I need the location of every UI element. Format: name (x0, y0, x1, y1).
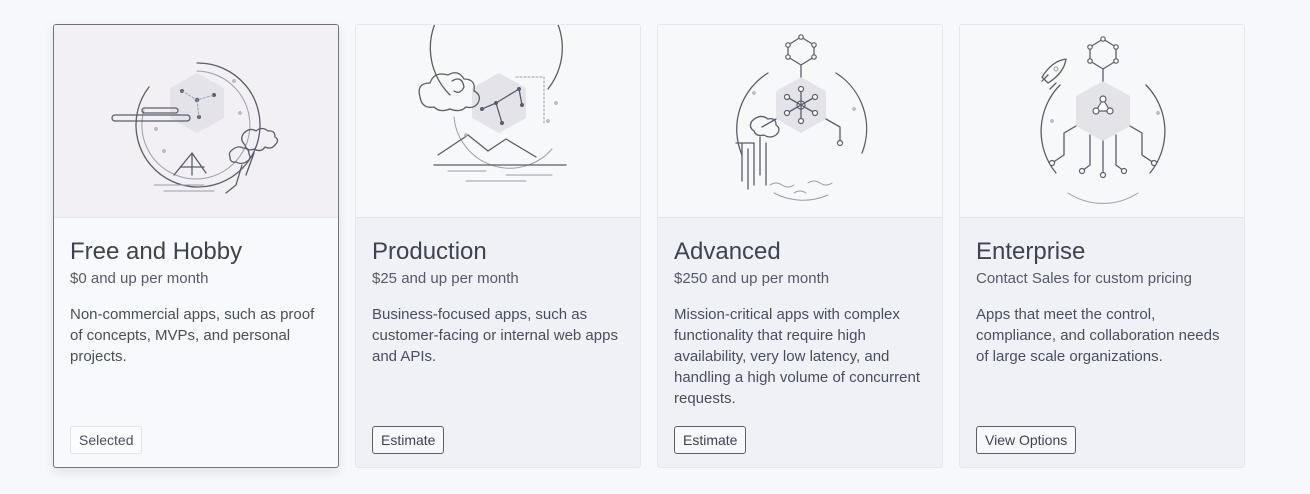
plan-title: Advanced (674, 238, 781, 265)
plan-illustration (960, 25, 1244, 218)
plan-title: Enterprise (976, 238, 1086, 265)
view-options-button[interactable]: View Options (976, 426, 1077, 454)
plan-description: Business-focused apps, such as customer-… (372, 306, 618, 365)
plan-card-production[interactable]: Production $25 and up per month Business… (355, 24, 641, 468)
selected-button[interactable]: Selected (70, 426, 143, 454)
mountains-constellation-icon (418, 25, 567, 182)
plan-card-advanced[interactable]: Advanced $250 and up per month Mission-c… (657, 24, 943, 468)
plan-price: Contact Sales for custom pricing (976, 270, 1192, 287)
plan-price: $250 and up per month (674, 270, 830, 287)
estimate-button[interactable]: Estimate (674, 426, 747, 454)
plan-price: $25 and up per month (372, 270, 519, 287)
plan-illustration (356, 25, 640, 218)
plan-description: Apps that meet the control, compliance, … (976, 306, 1220, 365)
estimate-button[interactable]: Estimate (372, 426, 445, 454)
plan-card-free-and-hobby[interactable]: Free and Hobby $0 and up per month Non-c… (53, 24, 339, 468)
plan-illustration (54, 25, 338, 218)
plan-card-enterprise[interactable]: Enterprise Contact Sales for custom pric… (959, 24, 1245, 468)
campsite-constellation-icon (111, 62, 279, 194)
plan-price: $0 and up per month (70, 270, 209, 287)
plan-illustration (658, 25, 942, 218)
waterfall-network-icon (735, 34, 868, 201)
plan-description: Mission-critical apps with complex funct… (674, 306, 920, 407)
plan-title: Production (372, 238, 487, 265)
plan-description: Non-commercial apps, such as proof of co… (70, 306, 315, 365)
rocket-network-icon (1040, 36, 1166, 204)
plan-cards: Free and Hobby $0 and up per month Non-c… (53, 24, 1245, 468)
plan-title: Free and Hobby (70, 238, 243, 265)
